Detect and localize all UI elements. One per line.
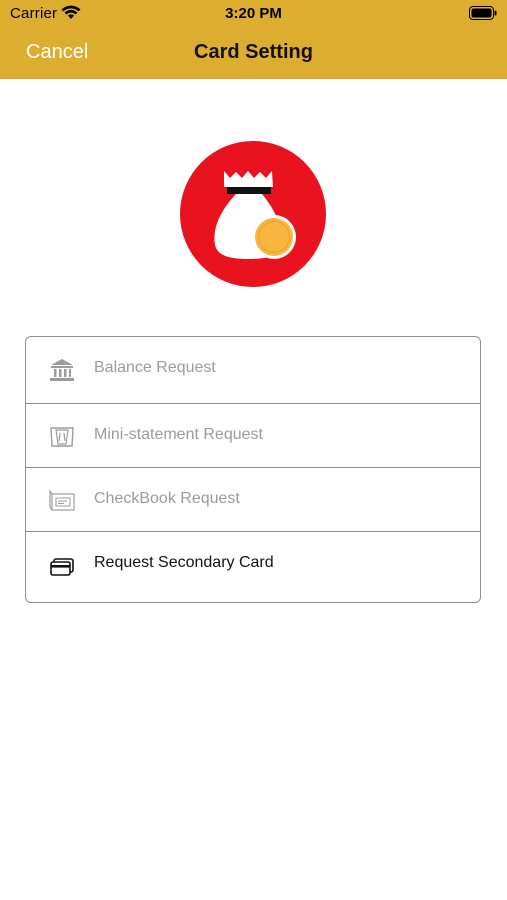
page-title: Card Setting — [194, 41, 313, 63]
checkbook-icon — [49, 489, 75, 511]
money-bag-logo — [180, 141, 326, 287]
battery-icon — [469, 6, 497, 20]
header-bar: Carrier 3:20 PM Cancel Card Setting — [0, 0, 507, 79]
balance-request-label: Balance Request — [94, 359, 216, 376]
status-bar: Carrier 3:20 PM — [0, 0, 507, 28]
mini-statement-request-label: Mini-statement Request — [94, 426, 263, 443]
navigation-bar: Cancel Card Setting — [0, 28, 507, 79]
bank-icon — [50, 359, 74, 381]
mini-statement-request-row[interactable]: Mini-statement Request — [26, 404, 480, 468]
checkbook-request-label: CheckBook Request — [94, 490, 240, 507]
card-icon — [50, 558, 74, 576]
request-secondary-card-row[interactable]: Request Secondary Card — [26, 532, 480, 602]
card-settings-menu: Balance Request Mini-statement Request C… — [25, 336, 481, 603]
request-secondary-card-label: Request Secondary Card — [94, 554, 274, 571]
checkbook-request-row[interactable]: CheckBook Request — [26, 468, 480, 532]
atm-icon — [50, 427, 74, 447]
balance-request-row[interactable]: Balance Request — [26, 337, 480, 404]
status-time: 3:20 PM — [225, 5, 282, 22]
